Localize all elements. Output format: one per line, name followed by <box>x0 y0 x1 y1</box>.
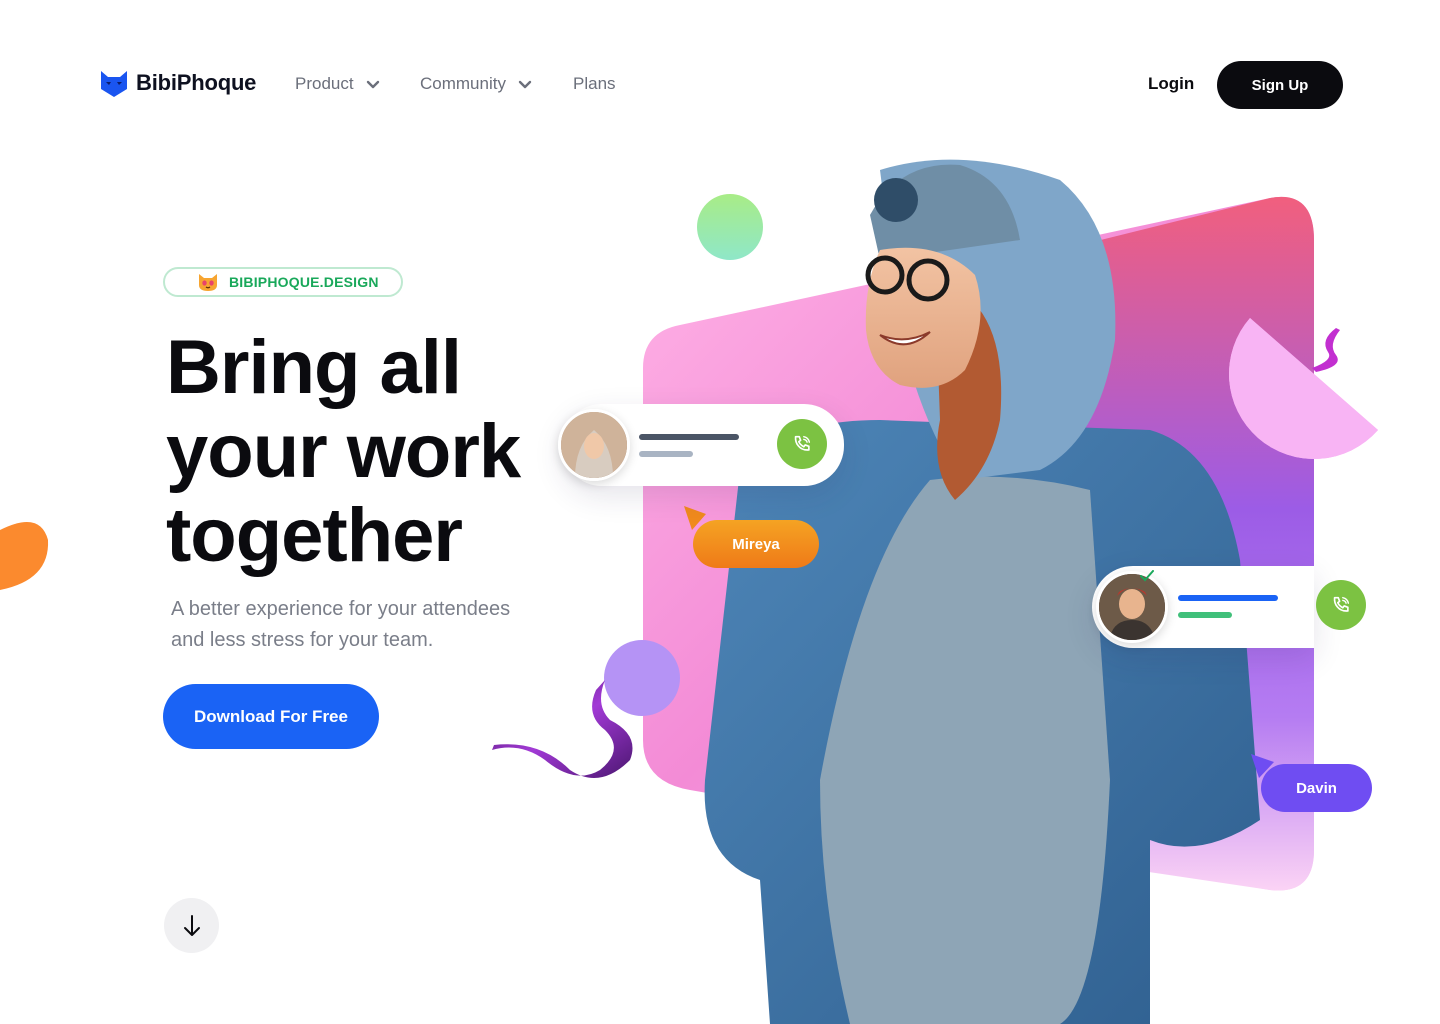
brand-badge[interactable]: BIBIPHOQUE.DESIGN <box>163 267 403 297</box>
headline-line: your work <box>166 409 521 494</box>
call-button[interactable] <box>777 419 827 469</box>
cat-emoji-icon <box>199 274 217 291</box>
call-card-2[interactable] <box>1092 566 1366 648</box>
placeholder-line <box>639 451 693 457</box>
cat-logo-icon <box>101 71 127 97</box>
badge-text: BIBIPHOQUE.DESIGN <box>229 274 379 290</box>
placeholder-line <box>639 434 739 440</box>
hero-subtitle: A better experience for your attendees a… <box>171 594 591 656</box>
green-ball-shape <box>697 194 763 260</box>
subtitle-line: and less stress for your team. <box>171 629 434 651</box>
caller-tag-mireya: Mireya <box>693 520 819 568</box>
scroll-down-button[interactable] <box>164 898 219 953</box>
pink-half-circle-shape <box>1229 318 1378 459</box>
checkmark-icon <box>1140 570 1154 582</box>
arrow-down-icon <box>183 914 200 936</box>
nav-community[interactable]: Community <box>420 74 532 94</box>
magenta-ribbon-shape <box>1312 328 1340 372</box>
login-link[interactable]: Login <box>1148 74 1194 94</box>
avatar <box>1096 571 1168 643</box>
placeholder-line <box>1178 612 1232 618</box>
brand-logo[interactable]: BibiPhoque <box>100 68 256 98</box>
purple-ribbon-shape <box>492 680 633 778</box>
caller-tag-davin: Davin <box>1261 764 1372 812</box>
placeholder-line <box>1178 595 1278 601</box>
download-button[interactable]: Download For Free <box>163 684 379 749</box>
phone-icon <box>794 435 811 451</box>
chevron-down-icon <box>518 80 532 89</box>
nav-plans[interactable]: Plans <box>573 74 616 94</box>
call-button[interactable] <box>1316 580 1366 630</box>
chevron-down-icon <box>366 80 379 89</box>
headline-line: together <box>166 493 463 578</box>
subtitle-line: A better experience for your attendees <box>171 598 511 620</box>
nav-plans-label: Plans <box>573 74 616 93</box>
orange-blob-shape <box>0 522 49 590</box>
hero-headline: Bring all your work together <box>166 326 606 578</box>
signup-button[interactable]: Sign Up <box>1217 61 1343 109</box>
phone-icon <box>1333 596 1350 612</box>
nav-community-label: Community <box>420 74 506 93</box>
man-avatar-icon <box>1099 574 1165 640</box>
headline-line: Bring all <box>166 325 462 410</box>
nav-product[interactable]: Product <box>295 74 380 94</box>
purple-ball-shape <box>604 640 680 716</box>
brand-name: BibiPhoque <box>136 70 257 95</box>
nav-product-label: Product <box>295 74 354 93</box>
